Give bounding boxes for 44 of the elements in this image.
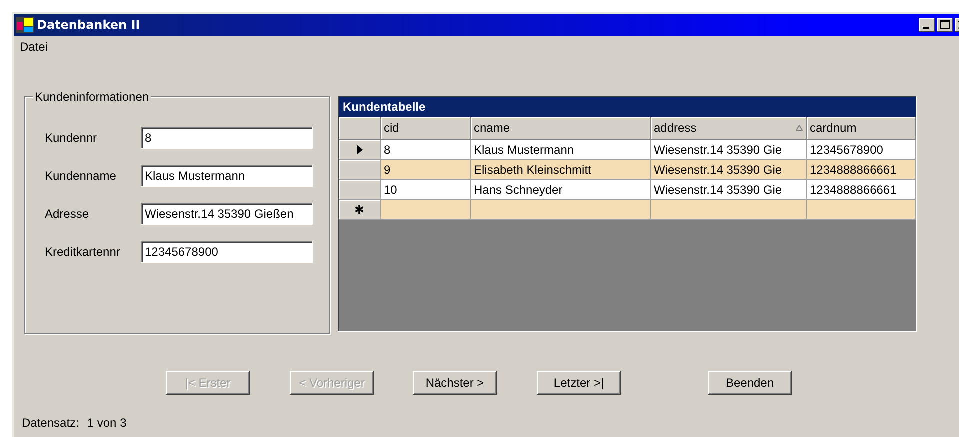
column-header[interactable]: cardnum — [807, 117, 916, 140]
table-cell: 8 — [381, 140, 471, 160]
table-cell: Klaus Mustermann — [471, 140, 651, 160]
table-cell: 10 — [381, 180, 471, 200]
minimize-icon[interactable] — [919, 18, 935, 32]
current-row-icon — [356, 144, 362, 154]
grid-caption: Kundentabelle — [339, 97, 916, 117]
column-header[interactable]: cname — [471, 117, 651, 140]
menu-item[interactable]: Datei — [20, 40, 48, 54]
window-title: Datenbanken II — [37, 18, 142, 32]
input-field[interactable]: Wiesenstr.14 35390 Gießen — [141, 203, 313, 225]
table-cell: 12345678900 — [807, 140, 916, 160]
group-title: Kundeninformationen — [33, 90, 152, 104]
table-cell[interactable] — [651, 200, 807, 220]
field-label: Adresse — [45, 207, 90, 221]
input-field[interactable]: 8 — [141, 127, 313, 149]
status-label: Datensatz: — [22, 416, 80, 430]
maximize-icon[interactable] — [937, 18, 953, 32]
table-cell: Wiesenstr.14 35390 Gie — [651, 140, 807, 160]
table-cell: Wiesenstr.14 35390 Gie — [651, 160, 807, 180]
nav-button[interactable]: Beenden — [708, 371, 792, 395]
field-label: Kreditkartennr — [45, 245, 122, 259]
new-row-marker: ✱ — [339, 200, 381, 220]
input-field[interactable]: 12345678900 — [141, 241, 313, 263]
input-field[interactable]: Klaus Mustermann — [141, 165, 313, 187]
column-header[interactable]: cid — [381, 117, 471, 140]
column-header[interactable]: address — [651, 117, 807, 140]
table-cell: 1234888866661 — [807, 180, 916, 200]
table-cell: 1234888866661 — [807, 160, 916, 180]
sort-icon — [796, 125, 803, 131]
nav-button[interactable]: Letzter >| — [537, 371, 621, 395]
status-value: 1 von 3 — [87, 416, 127, 430]
app-icon — [16, 17, 34, 33]
table-cell: Elisabeth Kleinschmitt — [471, 160, 651, 180]
field-label: Kundenname — [45, 169, 118, 183]
table-cell: Wiesenstr.14 35390 Gie — [651, 180, 807, 200]
row-header[interactable] — [339, 140, 381, 160]
nav-button[interactable]: Nächster > — [413, 371, 497, 395]
table-cell: 9 — [381, 160, 471, 180]
field-label: Kundennr — [45, 131, 98, 145]
table-cell[interactable] — [381, 200, 471, 220]
table-cell[interactable] — [471, 200, 651, 220]
table-cell[interactable] — [807, 200, 916, 220]
table-cell: Hans Schneyder — [471, 180, 651, 200]
